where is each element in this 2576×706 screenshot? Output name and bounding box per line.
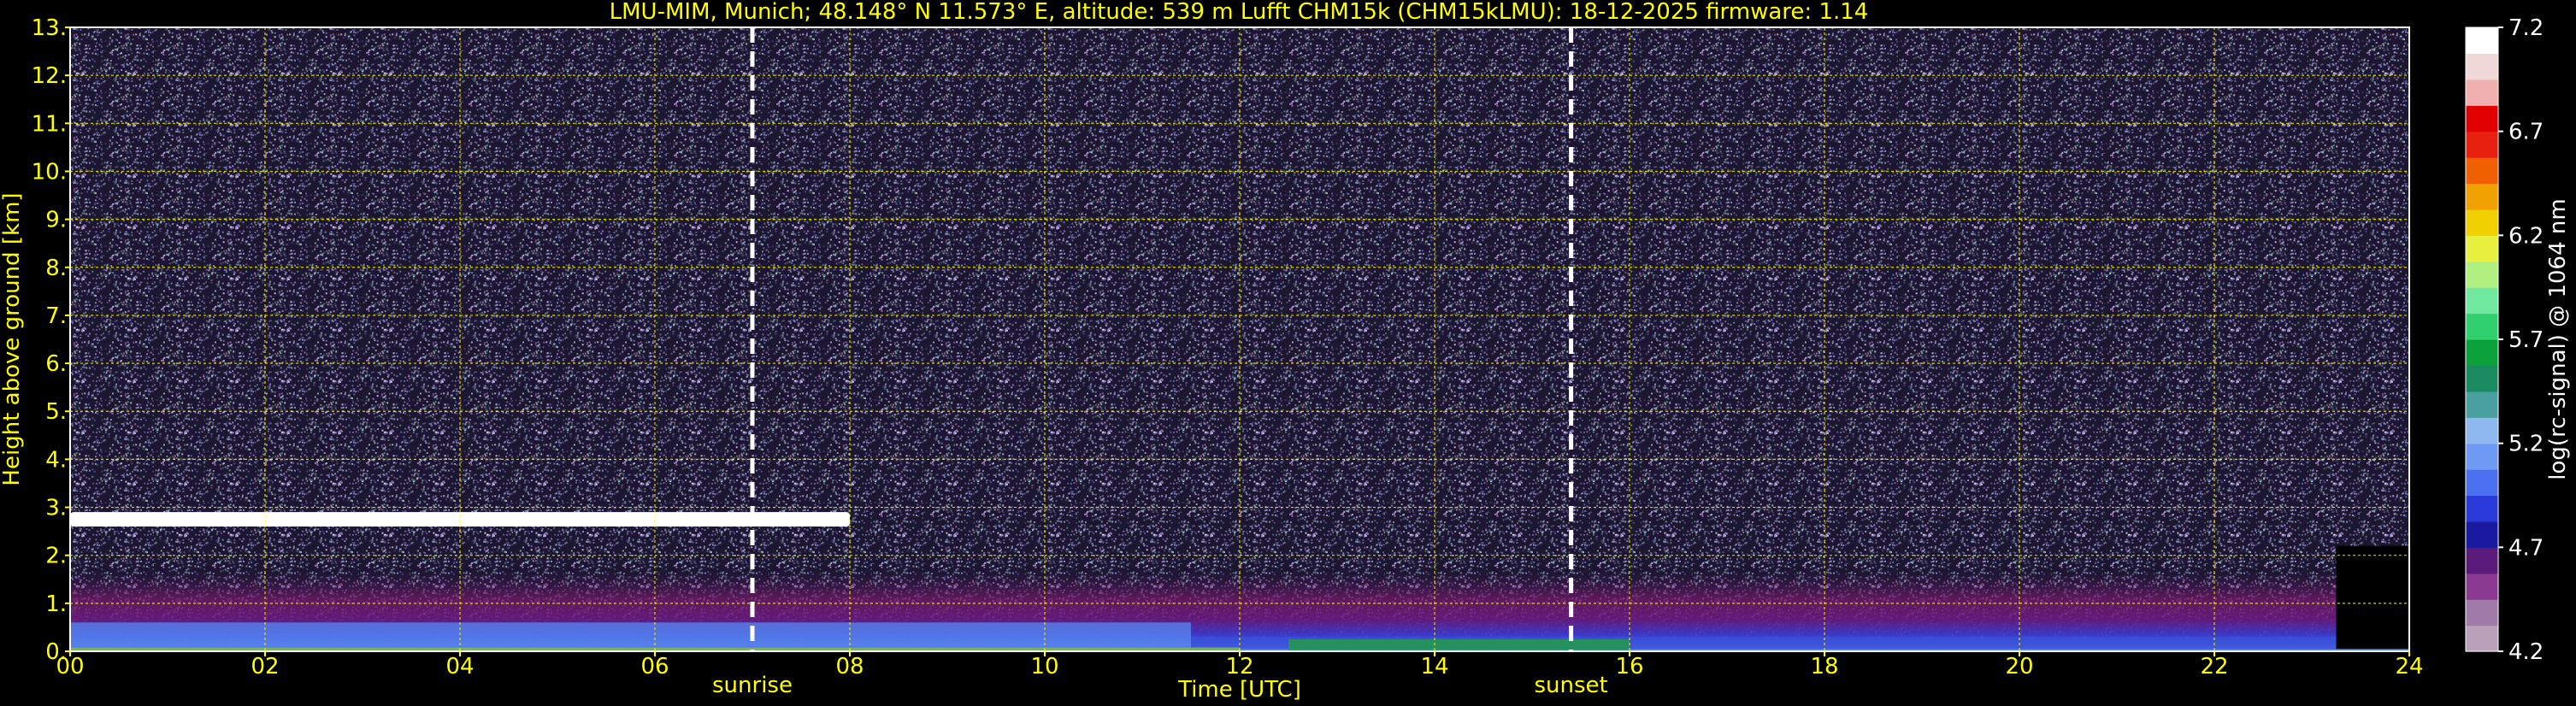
- x-tick-label: 02: [251, 654, 279, 680]
- x-tick-label: 10: [1030, 654, 1058, 680]
- x-tick-label: 18: [1810, 654, 1838, 680]
- y-tick-label: 4.: [45, 447, 67, 473]
- x-tick-label: 22: [2200, 654, 2228, 680]
- y-tick-label: 3.: [45, 496, 67, 521]
- y-tick-label: 11.: [32, 111, 67, 137]
- colorbar-segment: [2466, 79, 2498, 106]
- colorbar-tick-label: 5.2: [2508, 432, 2544, 457]
- x-tick-label: 24: [2395, 654, 2423, 680]
- plot-area: [69, 26, 2410, 652]
- colorbar-segment: [2466, 339, 2498, 367]
- colorbar-tick-label: 4.7: [2508, 535, 2544, 561]
- colorbar-segment: [2466, 573, 2498, 600]
- y-tick-label: 8.: [45, 256, 67, 281]
- x-tick-label: 04: [445, 654, 474, 680]
- colorbar-segment: [2466, 27, 2498, 55]
- colorbar-segment: [2466, 599, 2498, 627]
- colorbar-segment: [2466, 469, 2498, 497]
- colorbar-label: log(rc-signal) @ 1064 nm: [2545, 198, 2571, 479]
- y-axis-label: Height above ground [km]: [0, 192, 25, 485]
- colorbar-segment: [2466, 157, 2498, 185]
- colorbar-segment: [2466, 209, 2498, 236]
- surface-signal-strip: [1288, 638, 1630, 650]
- y-tick-label: 9.: [45, 208, 67, 233]
- colorbar-segment: [2466, 521, 2498, 548]
- colorbar-tick-label: 6.7: [2508, 120, 2544, 145]
- colorbar-tick-label: 6.2: [2508, 223, 2544, 249]
- ceilometer-chart: LMU-MIM, Munich; 48.148° N 11.573° E, al…: [0, 0, 2571, 703]
- colorbar-segment: [2466, 235, 2498, 262]
- colorbar-segment: [2466, 131, 2498, 158]
- colorbar-segment: [2466, 53, 2498, 80]
- x-tick-label: 08: [835, 654, 864, 680]
- x-tick-label: 16: [1615, 654, 1643, 680]
- marker-label-sunset: sunset: [1534, 673, 1607, 698]
- near-surface-aerosol-band: [70, 622, 1191, 647]
- colorbar-segment: [2466, 625, 2498, 652]
- marker-label-sunrise: sunrise: [712, 673, 793, 698]
- y-tick-label: 13.: [32, 15, 67, 41]
- y-tick-label: 12.: [32, 63, 67, 89]
- x-tick-label: 20: [2005, 654, 2033, 680]
- data-gap: [2336, 545, 2409, 650]
- x-tick-label: 14: [1420, 654, 1448, 680]
- x-axis-ticks: 00 02 04 06 08 10 12 14 16 18 20 22 24: [56, 651, 2424, 680]
- colorbar-segment: [2466, 287, 2498, 315]
- y-tick-label: 6.: [45, 351, 67, 377]
- colorbar-ticks: 7.2 6.7 6.2 5.7 5.2 4.7 4.2: [2498, 15, 2544, 665]
- chart-title: LMU-MIM, Munich; 48.148° N 11.573° E, al…: [610, 0, 1869, 25]
- colorbar-tick-label: 4.2: [2508, 639, 2544, 665]
- y-tick-label: 2.: [45, 544, 67, 569]
- colorbar-segment: [2466, 365, 2498, 392]
- y-tick-label: 0.: [45, 639, 67, 665]
- cloud-layer: [70, 512, 850, 527]
- colorbar-segment: [2466, 547, 2498, 574]
- x-tick-label: 06: [640, 654, 669, 680]
- colorbar-tick-label: 7.2: [2508, 15, 2544, 41]
- colorbar-segment: [2466, 417, 2498, 444]
- colorbar-segment: [2466, 313, 2498, 340]
- colorbar-tick-label: 5.7: [2508, 327, 2544, 353]
- y-axis-ticks: 0. 1. 2. 3. 4. 5. 6. 7. 8. 9. 10. 11. 12. 13.: [32, 15, 70, 665]
- colorbar: [2465, 26, 2499, 652]
- x-tick-label: 12: [1225, 654, 1253, 680]
- colorbar-segment: [2466, 391, 2498, 418]
- y-tick-label: 7.: [45, 303, 67, 329]
- y-tick-label: 5.: [45, 399, 67, 425]
- colorbar-segment: [2466, 105, 2498, 132]
- y-tick-label: 10.: [32, 159, 67, 185]
- colorbar-segment: [2466, 261, 2498, 288]
- x-axis-label: Time [UTC]: [1177, 677, 1301, 703]
- colorbar-segment: [2466, 495, 2498, 522]
- colorbar-segment: [2466, 183, 2498, 210]
- y-tick-label: 1.: [45, 591, 67, 617]
- colorbar-segment: [2466, 443, 2498, 470]
